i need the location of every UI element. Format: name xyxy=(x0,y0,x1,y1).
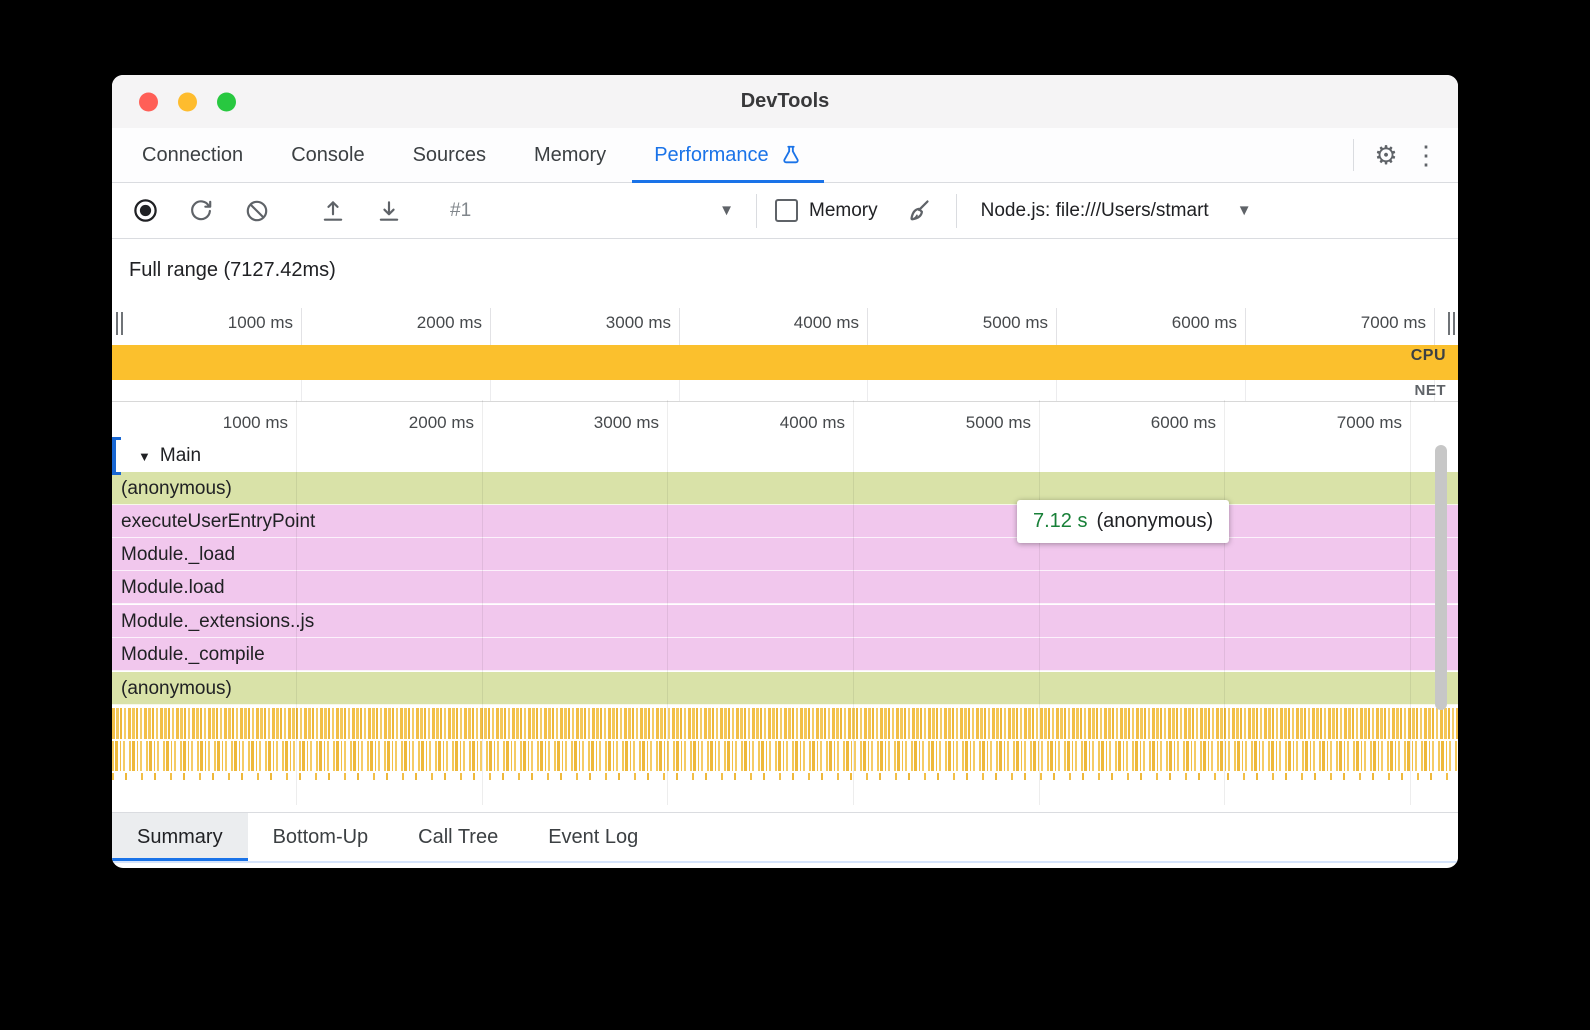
reload-and-record-icon[interactable] xyxy=(186,196,216,226)
gridline xyxy=(482,400,483,805)
flame-tick: 5000 ms xyxy=(881,413,1031,433)
window-title: DevTools xyxy=(112,90,1458,113)
zoom-window-button[interactable] xyxy=(217,92,236,111)
performance-toolbar: #1 ▼ Memory Node.js: file:///Users/stmar… xyxy=(112,183,1458,239)
tab-sources[interactable]: Sources xyxy=(389,128,510,182)
divider xyxy=(956,194,957,228)
main-track-label: Main xyxy=(160,445,201,467)
disclosure-triangle-icon[interactable]: ▼ xyxy=(138,449,151,464)
gridline xyxy=(679,380,680,401)
experiment-flask-icon xyxy=(780,144,802,166)
divider xyxy=(1353,139,1354,171)
gridline xyxy=(301,380,302,401)
memory-checkbox-label[interactable]: Memory xyxy=(809,200,878,222)
tab-console[interactable]: Console xyxy=(267,128,388,182)
target-select-value[interactable]: Node.js: file:///Users/stmart xyxy=(981,200,1209,222)
kebab-menu-icon[interactable]: ⋮ xyxy=(1406,135,1446,175)
gridline xyxy=(296,400,297,805)
overview-tick: 1000 ms xyxy=(143,313,293,333)
gridline xyxy=(301,308,302,345)
minimize-window-button[interactable] xyxy=(178,92,197,111)
vertical-scrollbar-thumb[interactable] xyxy=(1435,445,1447,710)
gridline xyxy=(1056,308,1057,345)
collect-garbage-icon[interactable] xyxy=(904,196,934,226)
tab-event-log[interactable]: Event Log xyxy=(523,813,663,861)
drawer-divider xyxy=(112,861,1458,863)
full-range-label: Full range (7127.42ms) xyxy=(129,259,336,282)
load-profile-icon[interactable] xyxy=(318,196,348,226)
frame-tooltip: 7.12 s (anonymous) xyxy=(1017,500,1229,543)
flame-tick: 6000 ms xyxy=(1066,413,1216,433)
tab-summary[interactable]: Summary xyxy=(112,813,248,861)
gridline xyxy=(853,400,854,805)
session-dropdown-caret-icon[interactable]: ▼ xyxy=(719,202,734,219)
track-selection-bracket xyxy=(112,437,121,475)
tab-performance[interactable]: Performance xyxy=(630,128,826,182)
gridline xyxy=(1245,308,1246,345)
flame-frame-executeuserentrypoint[interactable]: executeUserEntryPoint xyxy=(112,505,1458,538)
overview-tick: 4000 ms xyxy=(709,313,859,333)
title-bar: DevTools xyxy=(112,75,1458,128)
overview-tick: 5000 ms xyxy=(898,313,1048,333)
gridline xyxy=(1224,400,1225,805)
flame-tick: 4000 ms xyxy=(695,413,845,433)
gridline xyxy=(490,308,491,345)
clear-recording-icon[interactable] xyxy=(242,196,272,226)
flame-frame-module-load-underscore[interactable]: Module._load xyxy=(112,538,1458,571)
gridline xyxy=(867,308,868,345)
flame-frame-module-compile[interactable]: Module._compile xyxy=(112,638,1458,671)
flame-frame-anonymous-2[interactable]: (anonymous) xyxy=(112,672,1458,705)
cpu-strip-label: CPU xyxy=(1411,347,1446,365)
tooltip-frame-name: (anonymous) xyxy=(1096,510,1213,533)
gridline xyxy=(1245,380,1246,401)
range-handle-left[interactable] xyxy=(113,308,125,339)
flame-frame-module-extensions-js[interactable]: Module._extensions..js xyxy=(112,605,1458,638)
gridline xyxy=(490,380,491,401)
gridline xyxy=(667,400,668,805)
details-tab-bar: Summary Bottom-Up Call Tree Event Log xyxy=(112,812,1458,861)
gridline xyxy=(867,380,868,401)
flame-frame-anonymous[interactable]: (anonymous) xyxy=(112,472,1458,505)
gridline xyxy=(1039,400,1040,805)
flame-tick: 3000 ms xyxy=(509,413,659,433)
gridline xyxy=(679,308,680,345)
flame-tick: 1000 ms xyxy=(138,413,288,433)
tab-bottom-up[interactable]: Bottom-Up xyxy=(248,813,394,861)
range-handle-right[interactable] xyxy=(1445,308,1457,339)
memory-checkbox[interactable] xyxy=(775,199,798,222)
tooltip-duration: 7.12 s xyxy=(1033,510,1087,533)
overview-tick: 3000 ms xyxy=(521,313,671,333)
tab-memory[interactable]: Memory xyxy=(510,128,630,182)
target-dropdown-caret-icon[interactable]: ▼ xyxy=(1237,202,1252,219)
overview-tick: 2000 ms xyxy=(332,313,482,333)
flame-micro-frames-band[interactable] xyxy=(112,741,1458,771)
flame-tick: 7000 ms xyxy=(1252,413,1402,433)
close-window-button[interactable] xyxy=(139,92,158,111)
flame-frame-module-load[interactable]: Module.load xyxy=(112,571,1458,604)
session-select-value[interactable]: #1 xyxy=(450,200,471,222)
flame-micro-frames-band[interactable] xyxy=(112,773,1458,780)
net-strip-label: NET xyxy=(1415,382,1447,399)
record-button[interactable] xyxy=(130,196,160,226)
cpu-overview-strip[interactable] xyxy=(112,345,1458,380)
tab-connection[interactable]: Connection xyxy=(118,128,267,182)
save-profile-icon[interactable] xyxy=(374,196,404,226)
flame-tick: 2000 ms xyxy=(324,413,474,433)
gridline xyxy=(1056,380,1057,401)
settings-gear-icon[interactable]: ⚙ xyxy=(1366,135,1406,175)
flame-micro-frames-band[interactable] xyxy=(112,708,1458,739)
tab-bar-right-actions: ⚙ ⋮ xyxy=(1341,128,1458,182)
main-track-header[interactable]: ▼ Main xyxy=(112,440,201,472)
tab-call-tree[interactable]: Call Tree xyxy=(393,813,523,861)
gridline xyxy=(1410,400,1411,805)
window-controls xyxy=(139,92,236,111)
panel-tab-bar: Connection Console Sources Memory Perfor… xyxy=(112,128,1458,183)
gridline xyxy=(1434,308,1435,345)
devtools-window: DevTools Connection Console Sources Memo… xyxy=(112,75,1458,868)
overview-tick: 6000 ms xyxy=(1087,313,1237,333)
net-overview-strip[interactable] xyxy=(112,380,1458,402)
overview-tick: 7000 ms xyxy=(1276,313,1426,333)
divider xyxy=(756,194,757,228)
